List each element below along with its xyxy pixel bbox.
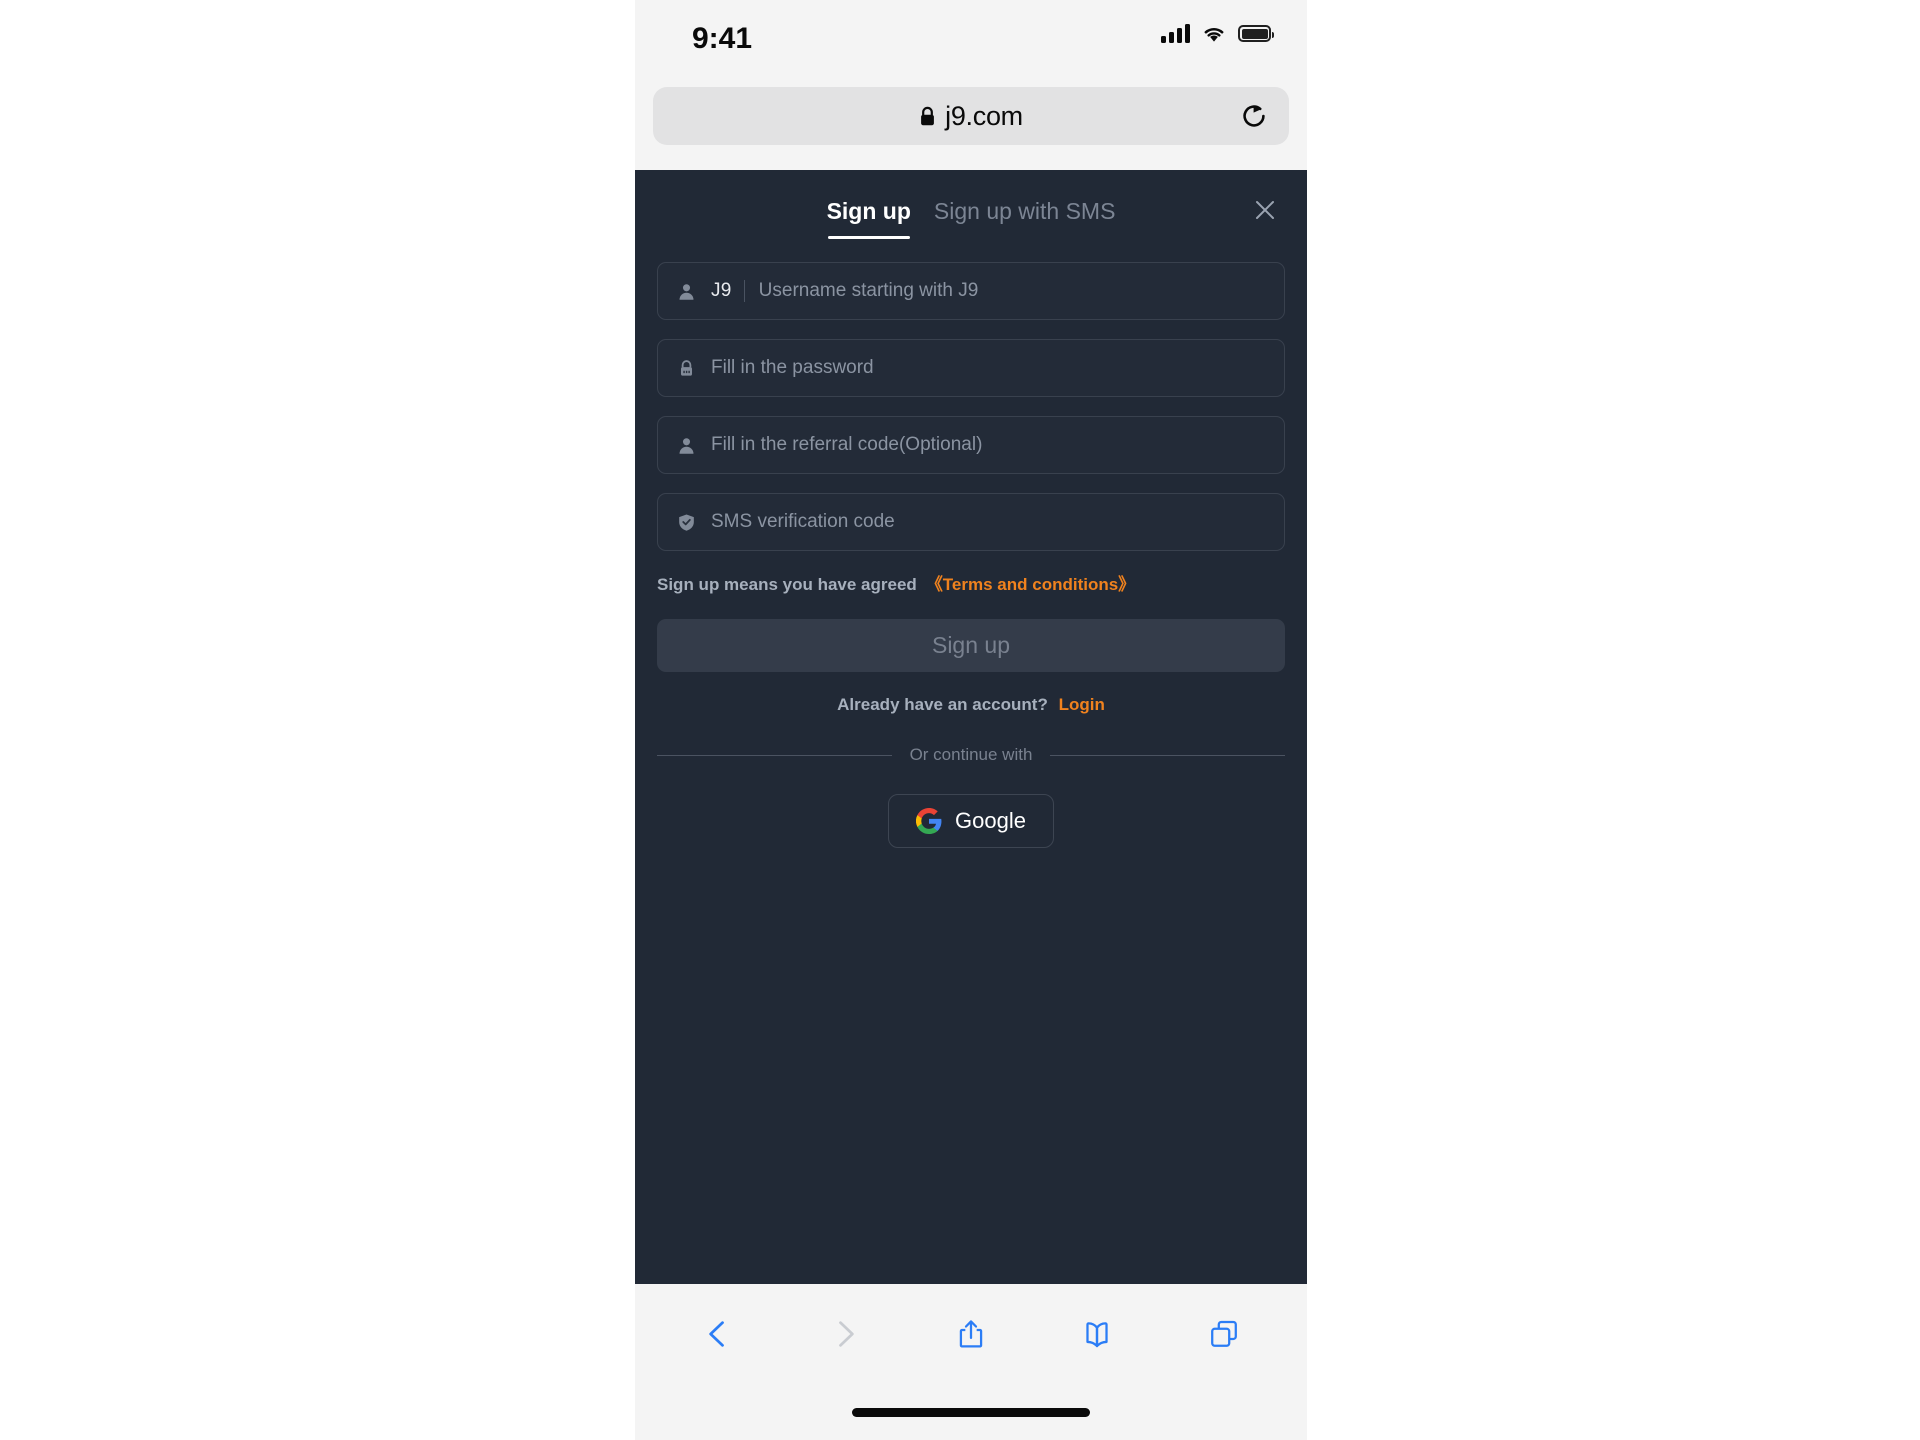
share-button[interactable] <box>943 1306 999 1362</box>
login-link[interactable]: Login <box>1059 695 1105 714</box>
google-button-label: Google <box>955 808 1026 833</box>
divider-line-left <box>657 754 892 756</box>
referral-code-field[interactable]: Fill in the referral code(Optional) <box>657 416 1285 474</box>
phone-viewport: 9:41 j9.com Sign up Sign up with SMS J9 … <box>635 0 1307 1440</box>
lock-icon <box>676 358 697 379</box>
divider-label: Or continue with <box>909 745 1033 764</box>
status-bar-clock: 9:41 <box>692 22 753 55</box>
username-prefix: J9 <box>711 280 732 301</box>
referral-code-placeholder: Fill in the referral code(Optional) <box>711 434 983 455</box>
home-indicator <box>852 1407 1090 1417</box>
person-icon <box>676 435 697 456</box>
username-field[interactable]: J9 Username starting with J9 <box>657 262 1285 320</box>
share-icon <box>959 1320 983 1348</box>
field-divider <box>743 280 745 302</box>
close-button[interactable] <box>1243 188 1287 232</box>
google-sign-in-button[interactable]: Google <box>888 794 1054 848</box>
forward-icon <box>838 1321 854 1347</box>
bookmarks-button[interactable] <box>1069 1306 1125 1362</box>
web-page-content: Sign up Sign up with SMS J9 Username sta… <box>635 170 1307 1284</box>
sms-verification-code-placeholder: SMS verification code <box>711 511 895 532</box>
screen: 9:41 j9.com Sign up Sign up with SMS J9 … <box>0 0 1920 1440</box>
url-group: j9.com <box>919 101 1023 132</box>
social-buttons: Google <box>635 794 1307 848</box>
modal-header: Sign up Sign up with SMS <box>635 170 1307 262</box>
browser-toolbar <box>635 1284 1307 1384</box>
wifi-icon <box>1204 27 1224 42</box>
login-prompt-text: Already have an account? <box>837 695 1048 714</box>
password-placeholder: Fill in the password <box>711 357 874 378</box>
battery-icon <box>1238 25 1274 42</box>
username-placeholder: Username starting with J9 <box>758 280 979 301</box>
browser-address-bar-area: j9.com <box>635 82 1307 170</box>
back-button[interactable] <box>690 1306 746 1362</box>
tabs-icon <box>1210 1320 1237 1347</box>
sms-verification-code-field[interactable]: SMS verification code <box>657 493 1285 551</box>
terms-lead-text: Sign up means you have agreed <box>657 575 917 594</box>
terms-agreement: Sign up means you have agreed 《Terms and… <box>635 570 1307 595</box>
cellular-signal-icon <box>1161 24 1190 43</box>
status-bar: 9:41 <box>635 0 1307 82</box>
social-divider: Or continue with <box>657 745 1285 765</box>
divider-line-right <box>1050 754 1285 756</box>
google-icon <box>916 808 942 834</box>
close-icon <box>1256 201 1274 219</box>
address-bar[interactable]: j9.com <box>653 87 1289 145</box>
person-icon <box>676 281 697 302</box>
home-indicator-area <box>635 1384 1307 1440</box>
shield-check-icon <box>676 512 697 533</box>
login-prompt: Already have an account? Login <box>635 695 1307 715</box>
status-bar-icons <box>1161 24 1274 43</box>
reload-icon[interactable] <box>1239 101 1269 131</box>
tab-sign-up[interactable]: Sign up <box>827 198 911 239</box>
auth-tabs: Sign up Sign up with SMS <box>635 198 1307 239</box>
password-field[interactable]: Fill in the password <box>657 339 1285 397</box>
lock-icon <box>921 106 935 125</box>
back-icon <box>709 1321 725 1347</box>
url-text: j9.com <box>945 100 1023 131</box>
tabs-button[interactable] <box>1196 1306 1252 1362</box>
tab-sign-up-with-sms[interactable]: Sign up with SMS <box>934 198 1116 239</box>
terms-and-conditions-link[interactable]: 《Terms and conditions》 <box>926 570 1135 595</box>
signup-form: J9 Username starting with J9 Fill in the… <box>635 262 1307 551</box>
forward-button[interactable] <box>817 1306 873 1362</box>
sign-up-submit-button[interactable]: Sign up <box>657 619 1285 672</box>
book-icon <box>1086 1322 1109 1348</box>
